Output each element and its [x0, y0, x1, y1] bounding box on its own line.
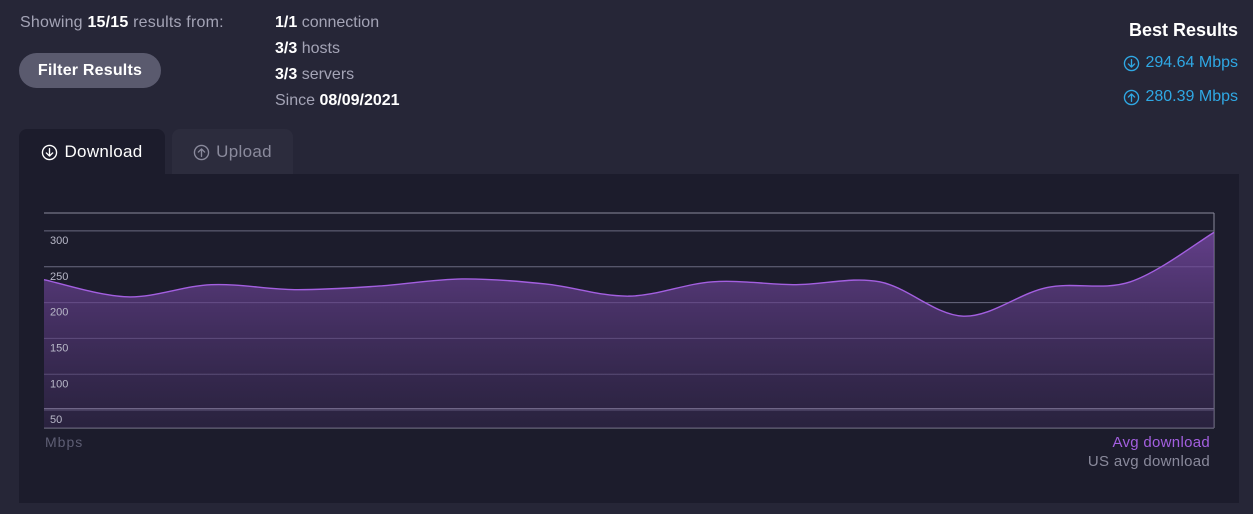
avg-download-point[interactable] [877, 279, 883, 285]
best-upload-value: 280.39 Mbps [1145, 88, 1238, 105]
results-sources: 1/1 connection 3/3 hosts 3/3 servers Sin… [275, 14, 400, 118]
download-chart: 50 100 150 200 250 300 [41, 212, 1217, 429]
stat-value: 1/1 [275, 14, 298, 31]
avg-download-point[interactable] [41, 277, 47, 283]
stat-value: 3/3 [275, 66, 298, 83]
y-tick-label: 250 [50, 271, 68, 283]
avg-download-point[interactable] [710, 279, 716, 285]
filter-results-button[interactable]: Filter Results [19, 53, 161, 88]
legend-us-avg-download[interactable]: US avg download [1088, 453, 1210, 470]
avg-download-point[interactable] [459, 276, 465, 282]
stat-label: connection [301, 14, 380, 31]
best-results-title: Best Results [1128, 20, 1238, 40]
avg-download-point[interactable] [292, 287, 298, 293]
stat-label: Since [275, 92, 316, 109]
chart-panel: 50 100 150 200 250 300 Mbps Avg download US a… [19, 174, 1239, 503]
stat-since: Since 08/09/2021 [275, 92, 400, 118]
arrow-down-circle-icon [1124, 55, 1140, 71]
y-tick-label: 300 [50, 235, 68, 247]
best-download-value: 294.64 Mbps [1145, 54, 1238, 71]
tab-download-label: Download [64, 142, 143, 161]
stat-label: servers [301, 66, 355, 83]
y-tick-label: 100 [50, 378, 68, 390]
legend-avg-download[interactable]: Avg download [1112, 434, 1210, 451]
best-upload: 280.39 Mbps [1123, 84, 1238, 110]
best-download: 294.64 Mbps [1123, 50, 1238, 76]
avg-download-point[interactable] [1211, 229, 1217, 235]
showing-count: 15/15 [87, 14, 129, 31]
avg-download-point[interactable] [375, 283, 381, 289]
y-tick-label: 50 [50, 414, 62, 426]
arrow-up-circle-icon [193, 144, 210, 160]
avg-download-point[interactable] [960, 313, 966, 319]
tab-upload[interactable]: Upload [172, 129, 293, 175]
showing-prefix: Showing [20, 14, 83, 31]
stat-hosts: 3/3 hosts [275, 40, 400, 66]
avg-download-point[interactable] [1127, 279, 1133, 285]
showing-suffix: results from: [133, 14, 224, 31]
y-tick-label: 200 [50, 307, 68, 319]
avg-download-point[interactable] [793, 282, 799, 288]
avg-download-point[interactable] [542, 281, 548, 287]
avg-download-point[interactable] [125, 294, 131, 300]
arrow-up-circle-icon [1124, 89, 1140, 105]
stat-servers: 3/3 servers [275, 66, 400, 92]
tab-download[interactable]: Download [19, 129, 165, 175]
results-count-text: Showing 15/15 results from: [20, 14, 224, 32]
stat-value: 08/09/2021 [319, 92, 400, 109]
tab-upload-label: Upload [216, 142, 272, 161]
avg-download-point[interactable] [1044, 285, 1050, 291]
best-results: Best Results 294.64 Mbps 280.39 Mbps [1123, 20, 1238, 110]
y-axis-unit: Mbps [45, 434, 84, 450]
avg-download-point[interactable] [208, 282, 214, 288]
stat-value: 3/3 [275, 40, 298, 57]
arrow-down-circle-icon [42, 144, 58, 160]
avg-download-point[interactable] [626, 293, 632, 299]
stat-label: hosts [301, 40, 340, 57]
avg-download-area [44, 232, 1214, 428]
speed-results-page: Showing 15/15 results from: Filter Resul… [0, 0, 1253, 514]
y-tick-label: 150 [50, 342, 68, 354]
stat-connection: 1/1 connection [275, 14, 400, 40]
